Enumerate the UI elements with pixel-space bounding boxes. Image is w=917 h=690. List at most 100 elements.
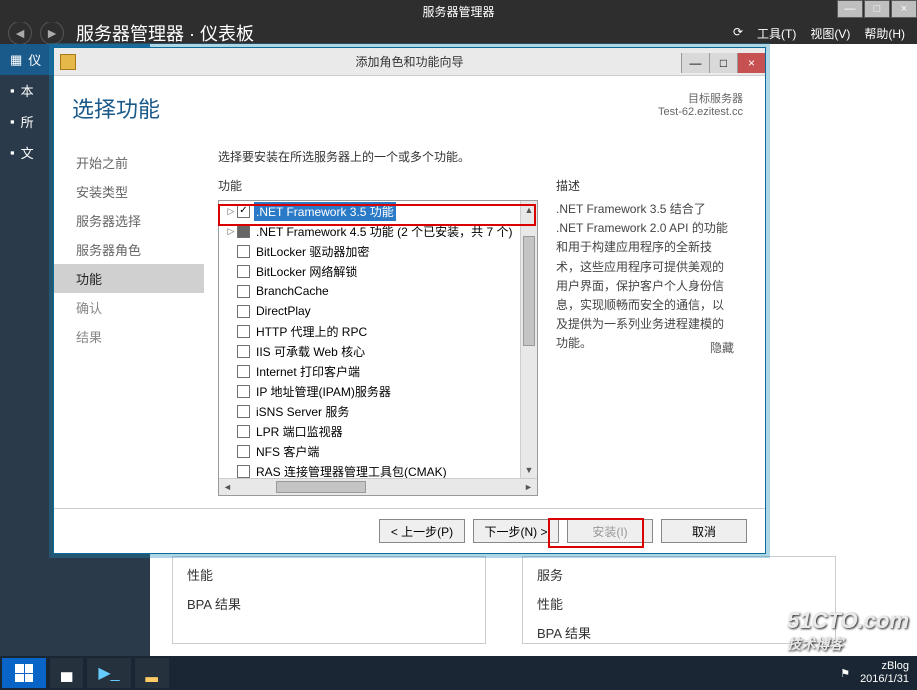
tray-flag-icon[interactable]: ⚑ xyxy=(840,667,850,680)
wizard-steps: 开始之前 安装类型 服务器选择 服务器角色 功能 确认 结果 xyxy=(54,76,204,508)
feature-checkbox[interactable] xyxy=(237,345,250,358)
feature-checkbox[interactable] xyxy=(237,465,250,478)
dialog-icon xyxy=(60,54,76,70)
step-server-roles[interactable]: 服务器角色 xyxy=(54,235,204,264)
expander-icon[interactable]: ▷ xyxy=(225,226,237,237)
feature-label: .NET Framework 4.5 功能 (2 个已安装，共 7 个) xyxy=(254,222,514,241)
feature-label: NFS 客户端 xyxy=(254,442,321,461)
dialog-titlebar[interactable]: 添加角色和功能向导 — □ × xyxy=(54,48,765,76)
feature-label: IP 地址管理(IPAM)服务器 xyxy=(254,382,393,401)
feature-checkbox[interactable] xyxy=(237,305,250,318)
feature-checkbox[interactable] xyxy=(237,385,250,398)
expander-icon[interactable]: ▷ xyxy=(225,206,237,217)
wizard-prompt: 选择要安装在所选服务器上的一个或多个功能。 xyxy=(218,148,747,165)
bg-panels: 性能 BPA 结果 服务 性能 BPA 结果 xyxy=(172,556,844,644)
feature-row[interactable]: iSNS Server 服务 xyxy=(219,401,537,421)
feature-row[interactable]: IP 地址管理(IPAM)服务器 xyxy=(219,381,537,401)
bg-panel-left: 性能 BPA 结果 xyxy=(172,556,486,644)
feature-label: Internet 打印客户端 xyxy=(254,362,362,381)
install-button[interactable]: 安装(I) xyxy=(567,519,653,543)
breadcrumb: 服务器管理器 · 仪表板 xyxy=(76,20,254,46)
menu-tools[interactable]: 工具(T) xyxy=(757,25,796,42)
wizard-heading: 选择功能 xyxy=(72,92,160,124)
system-tray[interactable]: ⚑ zBlog 2016/1/31 xyxy=(840,660,917,686)
step-results[interactable]: 结果 xyxy=(54,322,204,351)
hide-link[interactable]: 隐藏 xyxy=(710,339,734,356)
feature-row[interactable]: BranchCache xyxy=(219,281,537,301)
feature-row[interactable]: BitLocker 驱动器加密 xyxy=(219,241,537,261)
feature-checkbox[interactable] xyxy=(237,365,250,378)
feature-checkbox[interactable] xyxy=(237,445,250,458)
tray-clock[interactable]: zBlog 2016/1/31 xyxy=(860,660,909,686)
scroll-right-icon[interactable]: ► xyxy=(520,479,537,496)
feature-label: BranchCache xyxy=(254,283,331,299)
scroll-vthumb[interactable] xyxy=(523,236,535,346)
feature-row[interactable]: Internet 打印客户端 xyxy=(219,361,537,381)
step-install-type[interactable]: 安装类型 xyxy=(54,177,204,206)
taskbar-explorer[interactable]: ▂ xyxy=(135,658,169,688)
windows-logo-icon xyxy=(15,664,33,682)
scroll-up-icon[interactable]: ▲ xyxy=(521,201,538,218)
taskbar-powershell[interactable]: ▶_ xyxy=(87,658,130,688)
feature-label: RAS 连接管理器管理工具包(CMAK) xyxy=(254,462,449,480)
feature-checkbox[interactable] xyxy=(237,245,250,258)
feature-label: .NET Framework 3.5 功能 xyxy=(254,202,396,221)
feature-row[interactable]: NFS 客户端 xyxy=(219,441,537,461)
step-server-select[interactable]: 服务器选择 xyxy=(54,206,204,235)
feature-checkbox[interactable] xyxy=(237,425,250,438)
feature-checkbox[interactable] xyxy=(237,205,250,218)
feature-checkbox[interactable] xyxy=(237,405,250,418)
feature-description: .NET Framework 3.5 结合了 .NET Framework 2.… xyxy=(556,200,734,354)
parent-titlebar: 服务器管理器 — □ × xyxy=(0,0,917,22)
step-before-begin[interactable]: 开始之前 xyxy=(54,148,204,177)
cancel-button[interactable]: 取消 xyxy=(661,519,747,543)
dialog-minimize-button[interactable]: — xyxy=(681,53,709,73)
step-features[interactable]: 功能 xyxy=(54,264,204,293)
features-tree[interactable]: ▷ .NET Framework 3.5 功能 ▷ .NET Framework 4.… xyxy=(218,200,538,496)
feature-label: HTTP 代理上的 RPC xyxy=(254,322,369,341)
parent-minimize-button[interactable]: — xyxy=(837,0,863,18)
feature-label: BitLocker 网络解锁 xyxy=(254,262,359,281)
taskbar: ▄ ▶_ ▂ ⚑ zBlog 2016/1/31 xyxy=(0,656,917,690)
step-confirm[interactable]: 确认 xyxy=(54,293,204,322)
features-label: 功能 xyxy=(218,177,538,194)
feature-row[interactable]: ▷ .NET Framework 4.5 功能 (2 个已安装，共 7 个) xyxy=(219,221,537,241)
feature-checkbox[interactable] xyxy=(237,225,250,238)
next-button[interactable]: 下一步(N) > xyxy=(473,519,559,543)
scroll-hthumb[interactable] xyxy=(276,481,366,493)
feature-row[interactable]: DirectPlay xyxy=(219,301,537,321)
feature-label: BitLocker 驱动器加密 xyxy=(254,242,371,261)
parent-close-button[interactable]: × xyxy=(891,0,917,18)
parent-toolbar: ◄ ► 服务器管理器 · 仪表板 ⟳ 工具(T) 视图(V) 帮助(H) xyxy=(0,22,917,44)
dialog-buttons: < 上一步(P) 下一步(N) > 安装(I) 取消 xyxy=(54,508,765,553)
menu-view[interactable]: 视图(V) xyxy=(810,25,850,42)
refresh-icon[interactable]: ⟳ xyxy=(733,25,743,42)
nav-fwd-button[interactable]: ► xyxy=(40,21,64,45)
feature-row[interactable]: LPR 端口监视器 xyxy=(219,421,537,441)
feature-checkbox[interactable] xyxy=(237,325,250,338)
feature-row[interactable]: HTTP 代理上的 RPC xyxy=(219,321,537,341)
parent-maximize-button[interactable]: □ xyxy=(864,0,890,18)
scroll-down-icon[interactable]: ▼ xyxy=(521,461,538,478)
dialog-maximize-button[interactable]: □ xyxy=(709,53,737,73)
start-button[interactable] xyxy=(2,658,46,688)
tree-vscrollbar[interactable]: ▲ ▼ xyxy=(520,201,537,478)
feature-label: IIS 可承载 Web 核心 xyxy=(254,342,367,361)
menu-help[interactable]: 帮助(H) xyxy=(864,25,905,42)
feature-row[interactable]: IIS 可承载 Web 核心 xyxy=(219,341,537,361)
dialog-title: 添加角色和功能向导 xyxy=(355,53,463,70)
desc-label: 描述 xyxy=(556,177,734,194)
nav-back-button[interactable]: ◄ xyxy=(8,21,32,45)
scroll-left-icon[interactable]: ◄ xyxy=(219,479,236,496)
feature-row[interactable]: ▷ .NET Framework 3.5 功能 xyxy=(219,201,537,221)
dialog-close-button[interactable]: × xyxy=(737,53,765,73)
feature-checkbox[interactable] xyxy=(237,285,250,298)
feature-row[interactable]: RAS 连接管理器管理工具包(CMAK) xyxy=(219,461,537,479)
taskbar-server-manager[interactable]: ▄ xyxy=(50,658,83,688)
watermark: 51CTO.com 技术博客 xyxy=(787,608,909,654)
feature-row[interactable]: BitLocker 网络解锁 xyxy=(219,261,537,281)
add-roles-wizard-dialog: 添加角色和功能向导 — □ × 选择功能 目标服务器 Test-62.ezite… xyxy=(53,47,766,554)
previous-button[interactable]: < 上一步(P) xyxy=(379,519,465,543)
tree-hscrollbar[interactable]: ◄ ► xyxy=(219,478,537,495)
feature-checkbox[interactable] xyxy=(237,265,250,278)
